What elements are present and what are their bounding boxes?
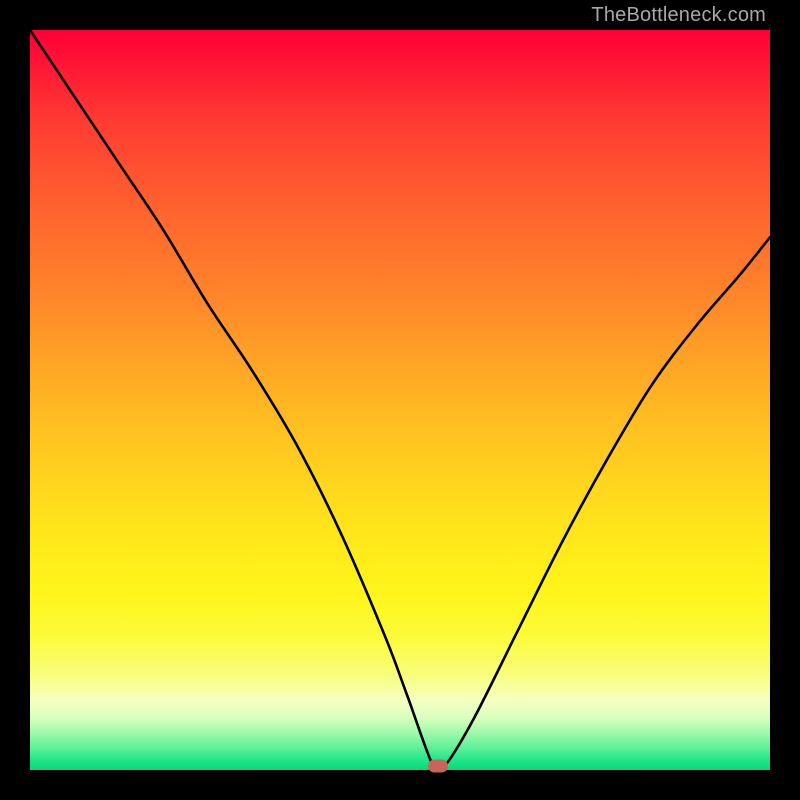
bottleneck-curve (30, 30, 770, 770)
minimum-marker (428, 760, 448, 773)
curve-svg (30, 30, 770, 770)
plot-area (30, 30, 770, 770)
chart-frame: TheBottleneck.com (0, 0, 800, 800)
watermark-text: TheBottleneck.com (591, 4, 766, 27)
